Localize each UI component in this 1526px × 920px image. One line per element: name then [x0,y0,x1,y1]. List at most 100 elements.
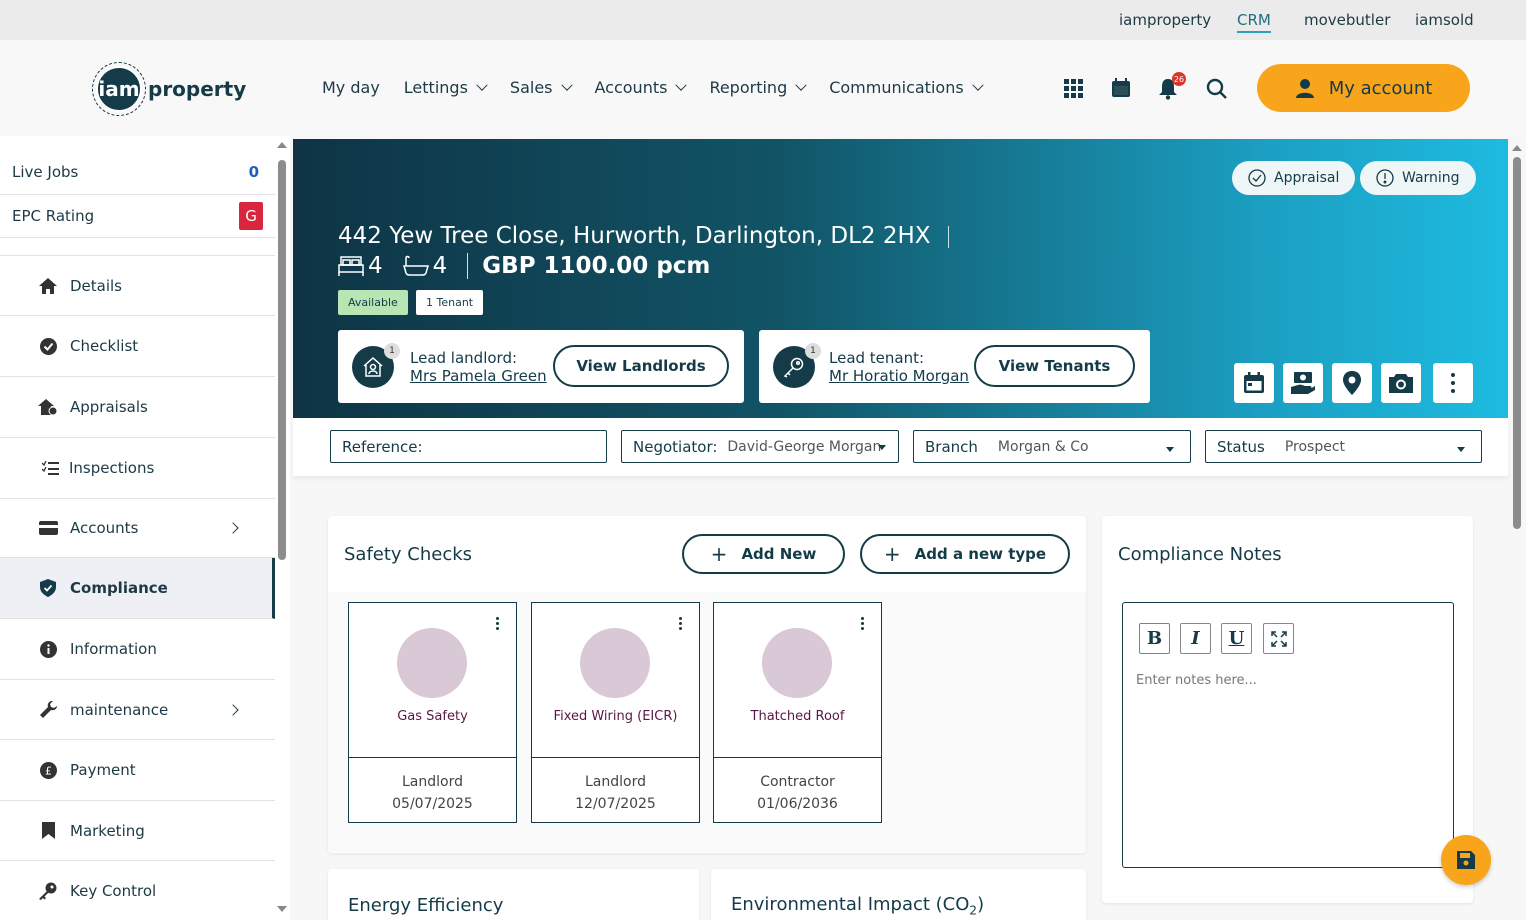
notification-count: 26 [1172,72,1186,86]
nav-reporting[interactable]: Reporting [709,78,807,97]
reference-field[interactable]: Reference: [330,430,607,463]
check-avatar [580,628,650,698]
add-new-type-label: Add a new type [914,545,1047,563]
link-crm[interactable]: CRM [1237,11,1271,33]
reference-label: Reference: [342,437,423,456]
sidebar-item-payment[interactable]: £ Payment [0,740,275,801]
sidebar-item-information[interactable]: Information [0,619,275,680]
scroll-up-arrow[interactable] [277,142,287,148]
logo-text: property [148,77,247,101]
nav-my-day[interactable]: My day [322,78,380,97]
main-scroll-thumb[interactable] [1513,157,1521,529]
nav-label: Lettings [403,78,468,97]
add-new-button[interactable]: + Add New [682,534,845,574]
live-jobs-row[interactable]: Live Jobs 0 [0,150,275,195]
negotiator-label: Negotiator: [633,437,718,456]
warning-pill[interactable]: Warning [1360,161,1476,195]
save-button[interactable] [1441,835,1491,885]
notes-placeholder: Enter notes here... [1136,673,1257,688]
save-icon [1457,851,1475,869]
notes-editor[interactable]: B I U Enter notes here... [1122,602,1454,868]
lead-tenant-card: 1 Lead tenant: Mr Horatio Morgan View Te… [759,330,1150,403]
kebab-icon[interactable] [679,617,683,632]
add-new-type-button[interactable]: + Add a new type [860,534,1070,574]
safety-check-thatched-roof[interactable]: Thatched Roof Contractor 01/06/2036 [713,602,882,823]
sidebar-item-key-control[interactable]: Key Control [0,861,275,920]
kebab-icon[interactable] [861,617,865,632]
property-stats: 4 4 GBP 1100.00 pcm [338,253,710,279]
lead-tenant-name[interactable]: Mr Horatio Morgan [829,367,969,385]
kebab-icon[interactable] [496,617,500,632]
check-details: Landlord 12/07/2025 [532,757,699,823]
lead-landlord-label: Lead landlord: [410,349,518,367]
nav-communications[interactable]: Communications [829,78,984,97]
logo[interactable]: iam property [92,62,247,116]
location-action-button[interactable] [1332,363,1372,403]
sidebar-item-inspections[interactable]: Inspections [0,438,275,499]
safety-checks-list: Gas Safety Landlord 05/07/2025 Fixed Wir… [328,592,1086,852]
link-iamproperty[interactable]: iamproperty [1119,11,1211,29]
grid-icon[interactable] [1063,78,1085,100]
sidebar-item-checklist[interactable]: Checklist [0,316,275,377]
appraisal-pill[interactable]: Appraisal [1232,161,1356,195]
check-date: 05/07/2025 [392,796,473,812]
check-role: Contractor [760,774,835,790]
safety-check-eicr[interactable]: Fixed Wiring (EICR) Landlord 12/07/2025 [531,602,700,823]
search-icon[interactable] [1206,78,1228,100]
scroll-down-arrow[interactable] [277,906,287,912]
calendar-action-button[interactable] [1234,363,1274,403]
payment-action-button[interactable] [1283,363,1323,403]
sidebar-item-marketing[interactable]: Marketing [0,801,275,861]
svg-text:£: £ [45,764,52,777]
check-details: Landlord 05/07/2025 [349,757,516,823]
nav-lettings[interactable]: Lettings [403,78,488,97]
lead-landlord-name[interactable]: Mrs Pamela Green [410,367,547,385]
epc-rating-badge: G [239,202,263,230]
sidebar: Live Jobs 0 EPC Rating G Details Checkli… [0,136,290,920]
tenant-count-tag: 1 Tenant [416,290,484,315]
link-iamsold[interactable]: iamsold [1415,11,1474,29]
nav-label: Reporting [709,78,788,97]
nav-sales[interactable]: Sales [510,78,573,97]
link-movebutler[interactable]: movebutler [1304,11,1390,29]
chevron-right-icon [227,703,239,716]
check-circle-icon [38,336,58,356]
plus-icon: + [883,542,901,566]
sidebar-item-accounts[interactable]: Accounts [0,499,275,558]
sidebar-item-maintenance[interactable]: maintenance [0,680,275,740]
nav-accounts[interactable]: Accounts [595,78,688,97]
epc-rating-row[interactable]: EPC Rating G [0,195,275,238]
underline-button[interactable]: U [1221,623,1252,654]
branch-select[interactable]: Branch Morgan & Co [913,430,1191,463]
bell-icon[interactable]: 26 [1158,72,1186,100]
calendar-icon[interactable] [1111,78,1133,100]
address-text: 442 Yew Tree Close, Hurworth, Darlington… [338,223,931,249]
more-options-button[interactable] [1433,363,1473,403]
photo-action-button[interactable] [1381,363,1421,403]
bold-button[interactable]: B [1139,623,1170,654]
sidebar-item-label: Payment [70,761,136,779]
my-account-button[interactable]: My account [1257,64,1470,112]
sidebar-scroll-thumb[interactable] [278,160,286,560]
sidebar-item-compliance[interactable]: Compliance [0,558,275,619]
sidebar-item-appraisals[interactable]: Appraisals [0,377,275,438]
status-select[interactable]: Status Prospect [1205,430,1482,463]
bookmark-icon [38,821,58,841]
scroll-up-arrow[interactable] [1512,145,1522,151]
branch-value: Morgan & Co [997,438,1089,455]
italic-button[interactable]: I [1180,623,1211,654]
view-tenants-button[interactable]: View Tenants [974,345,1135,387]
check-role: Landlord [585,774,646,790]
map-pin-icon [1343,371,1361,395]
safety-check-gas[interactable]: Gas Safety Landlord 05/07/2025 [348,602,517,823]
main-scrollbar[interactable] [1512,139,1522,920]
environmental-impact-card: Environmental Impact (CO2) [711,869,1086,920]
view-landlords-button[interactable]: View Landlords [553,345,729,387]
co2-subscript: 2 [969,903,978,918]
negotiator-value: David-George Morgan [727,438,882,455]
warning-label: Warning [1402,170,1460,186]
sidebar-item-details[interactable]: Details [0,255,275,316]
negotiator-select[interactable]: Negotiator: David-George Morgan [621,430,899,463]
fullscreen-icon[interactable] [1263,623,1294,654]
sidebar-scrollbar[interactable] [277,142,287,912]
